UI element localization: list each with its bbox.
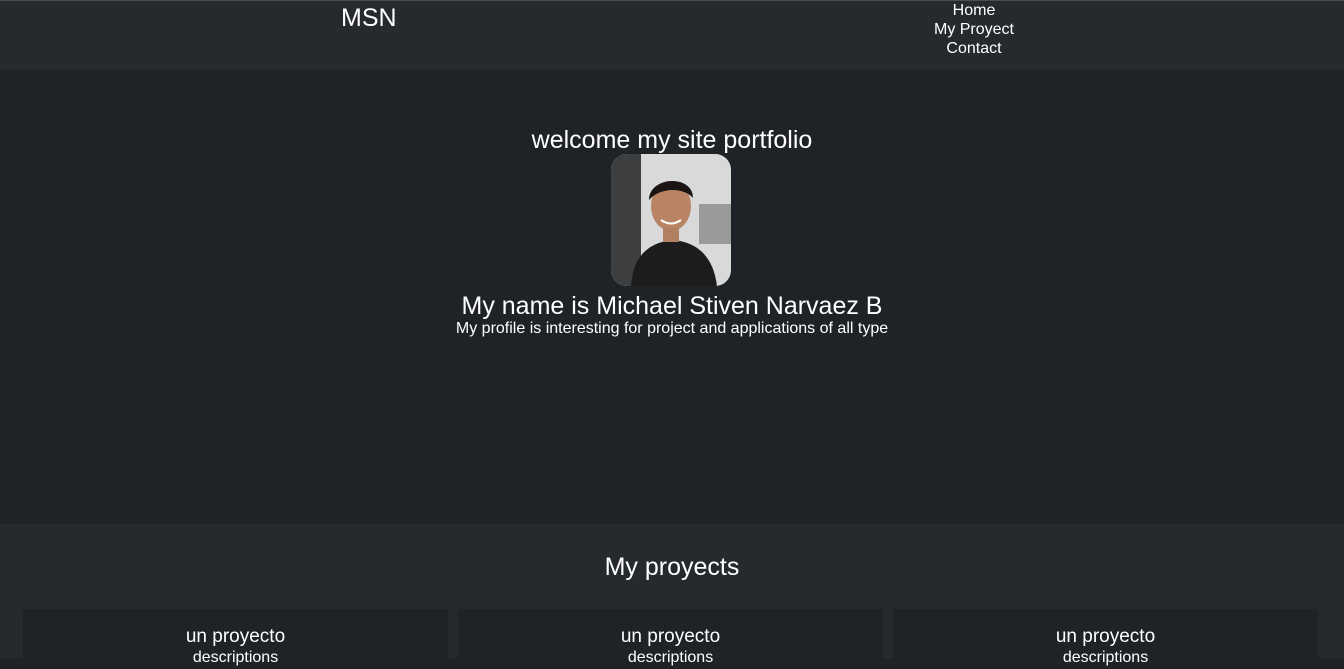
project-card[interactable]: un proyecto descriptions <box>893 609 1318 669</box>
nav-proyect-link[interactable]: My Proyect <box>914 20 1034 39</box>
brand-logo[interactable]: MSN <box>341 3 397 33</box>
hero-subtitle: My profile is interesting for project an… <box>455 320 889 337</box>
projects-section: My proyects un proyecto descriptions un … <box>0 524 1344 669</box>
project-card[interactable]: un proyecto descriptions <box>23 609 448 669</box>
profile-photo <box>611 154 731 286</box>
project-card-description: descriptions <box>192 649 279 666</box>
project-card[interactable]: un proyecto descriptions <box>458 609 883 669</box>
site-header: MSN Home My Proyect Contact <box>0 0 1344 70</box>
hero-section: welcome my site portfolio My name is Mic… <box>0 70 1344 524</box>
hero-title: welcome my site portfolio <box>531 126 813 154</box>
nav-home-link[interactable]: Home <box>914 1 1034 20</box>
nav-contact-link[interactable]: Contact <box>914 39 1034 58</box>
hero-name: My name is Michael Stiven Narvaez B <box>461 292 883 320</box>
project-card-title: un proyecto <box>185 626 286 647</box>
project-card-title: un proyecto <box>1055 626 1156 647</box>
project-card-description: descriptions <box>627 649 714 666</box>
profile-photo-illustration <box>611 154 731 286</box>
project-card-description: descriptions <box>1062 649 1149 666</box>
projects-title: My proyects <box>604 553 740 581</box>
main-nav: Home My Proyect Contact <box>914 1 1034 58</box>
project-card-title: un proyecto <box>620 626 721 647</box>
